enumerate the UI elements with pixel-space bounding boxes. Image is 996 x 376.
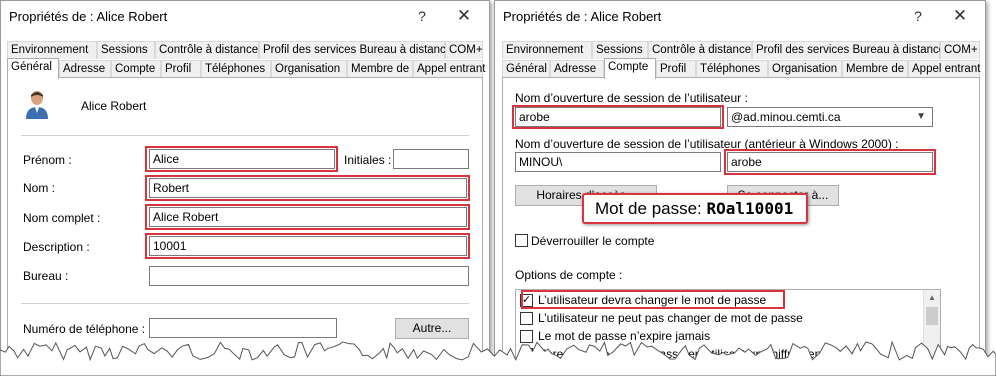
- tab-appel-entrant[interactable]: Appel entrant: [413, 60, 485, 78]
- unlock-label: Déverrouiller le compte: [531, 234, 655, 248]
- tab-membre-de[interactable]: Membre de: [842, 60, 908, 78]
- tab-com-plus[interactable]: COM+: [445, 41, 483, 59]
- password-callout-label: Mot de passe:: [595, 199, 702, 218]
- telephone-label: Numéro de téléphone :: [23, 322, 146, 336]
- password-value: ROal10001: [706, 199, 794, 218]
- window-title: Propriétés de : Alice Robert: [9, 9, 168, 24]
- tab-adresse[interactable]: Adresse: [550, 60, 604, 78]
- option-checkbox[interactable]: [520, 312, 533, 325]
- tab-sessions[interactable]: Sessions: [592, 41, 648, 59]
- tab-sessions[interactable]: Sessions: [97, 41, 155, 59]
- tab-general[interactable]: Général: [7, 58, 59, 79]
- tab-organisation[interactable]: Organisation: [271, 60, 347, 78]
- tab-telephones[interactable]: Téléphones: [696, 60, 768, 78]
- option-label: L’utilisateur ne peut pas changer de mot…: [538, 311, 803, 325]
- pre2000-domain-field: MINOU\: [515, 152, 721, 172]
- nom-complet-highlight: [145, 204, 470, 230]
- chevron-down-icon: ▼: [916, 111, 926, 122]
- unlock-checkbox[interactable]: [515, 234, 528, 247]
- tab-controle-distance[interactable]: Contrôle à distance: [648, 41, 752, 59]
- tab-environnement[interactable]: Environnement: [7, 41, 97, 59]
- user-display-name: Alice Robert: [81, 99, 147, 113]
- tab-profil-services-bureau[interactable]: Profil des services Bureau à distance: [752, 41, 945, 59]
- bureau-field[interactable]: [149, 266, 469, 286]
- user-properties-dialog-general: Propriétés de : Alice Robert ? ✕ Environ…: [0, 0, 490, 376]
- tab-organisation[interactable]: Organisation: [768, 60, 842, 78]
- domain-value: @ad.minou.cemti.ca: [731, 110, 841, 124]
- scroll-thumb[interactable]: [926, 307, 938, 325]
- tab-appel-entrant[interactable]: Appel entrant: [908, 60, 980, 78]
- prenom-label: Prénom :: [23, 153, 72, 167]
- prenom-highlight: [145, 146, 338, 172]
- tab-row-lower: Général Adresse Compte Profil Téléphones…: [502, 58, 980, 79]
- description-highlight: [145, 233, 470, 259]
- tab-row-upper: Environnement Sessions Contrôle à distan…: [502, 41, 980, 59]
- account-options-label: Options de compte :: [515, 268, 623, 282]
- logon-name-highlight: [512, 105, 724, 129]
- tab-general[interactable]: Général: [502, 60, 550, 78]
- nom-highlight: [145, 175, 470, 201]
- tab-environnement[interactable]: Environnement: [502, 41, 592, 59]
- help-icon[interactable]: ?: [409, 4, 435, 28]
- title-bar: Propriétés de : Alice Robert ? ✕: [495, 1, 985, 31]
- pre2000-name-highlight: [724, 149, 936, 175]
- tab-profil[interactable]: Profil: [656, 60, 696, 78]
- close-icon[interactable]: ✕: [947, 4, 973, 28]
- tab-row-lower: Général Adresse Compte Profil Téléphones…: [7, 58, 485, 79]
- tab-compte[interactable]: Compte: [111, 60, 161, 78]
- user-icon: [26, 91, 48, 119]
- title-bar: Propriétés de : Alice Robert ? ✕: [1, 1, 489, 31]
- torn-edge: [0, 340, 996, 376]
- divider: [21, 303, 469, 304]
- password-callout: Mot de passe: ROal10001: [582, 193, 808, 224]
- tab-com-plus[interactable]: COM+: [940, 41, 980, 59]
- close-icon[interactable]: ✕: [451, 4, 477, 28]
- tab-profil[interactable]: Profil: [161, 60, 201, 78]
- telephone-field[interactable]: [149, 318, 337, 338]
- initiales-label: Initiales :: [344, 153, 392, 167]
- divider: [21, 135, 469, 136]
- initiales-field[interactable]: [393, 149, 469, 169]
- nom-label: Nom :: [23, 181, 56, 195]
- tab-row-upper: Environnement Sessions Contrôle à distan…: [7, 41, 483, 59]
- user-properties-dialog-compte: Propriétés de : Alice Robert ? ✕ Environ…: [494, 0, 986, 376]
- tab-profil-services-bureau[interactable]: Profil des services Bureau à distance: [259, 41, 452, 59]
- tab-compte[interactable]: Compte: [604, 58, 656, 79]
- tab-adresse[interactable]: Adresse: [59, 60, 111, 78]
- tab-membre-de[interactable]: Membre de: [347, 60, 413, 78]
- nom-complet-label: Nom complet :: [23, 211, 101, 225]
- tab-controle-distance[interactable]: Contrôle à distance: [155, 41, 259, 59]
- help-icon[interactable]: ?: [905, 4, 931, 28]
- logon-name-label: Nom d’ouverture de session de l’utilisat…: [515, 91, 748, 105]
- description-label: Description :: [23, 240, 90, 254]
- bureau-label: Bureau :: [23, 269, 69, 283]
- tab-telephones[interactable]: Téléphones: [201, 60, 271, 78]
- scroll-up-icon[interactable]: ▲: [924, 290, 940, 306]
- list-item[interactable]: L’utilisateur ne peut pas changer de mot…: [520, 310, 920, 327]
- domain-select[interactable]: @ad.minou.cemti.ca ▼: [727, 107, 933, 127]
- change-password-highlight: [521, 290, 785, 309]
- window-title: Propriétés de : Alice Robert: [503, 9, 662, 24]
